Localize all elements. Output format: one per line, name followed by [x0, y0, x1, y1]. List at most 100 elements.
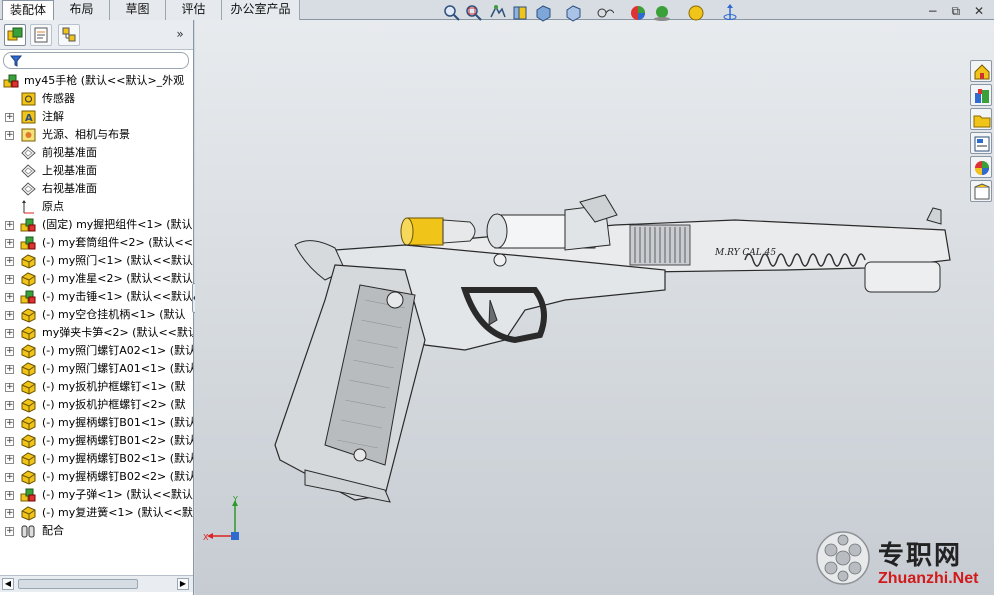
tab-assembly[interactable]: 装配体 [2, 0, 54, 21]
tree-item[interactable]: + (-) my空仓挂机柄<1> (默认 [0, 306, 193, 324]
file-explorer-icon[interactable] [970, 108, 992, 130]
appearances-icon[interactable] [970, 156, 992, 178]
tree-item[interactable]: + (-) my照门<1> (默认<<默认 [0, 252, 193, 270]
tree-root-label: my45手枪 (默认<<默认>_外观 [24, 74, 185, 87]
part-icon [21, 416, 36, 431]
view-orientation-icon[interactable] [534, 3, 554, 23]
scroll-left-button[interactable]: ◀ [2, 578, 14, 590]
tree-item[interactable]: + (固定) my握把组件<1> (默认 [0, 216, 193, 234]
tree-root-assembly[interactable]: my45手枪 (默认<<默认>_外观 [0, 72, 193, 90]
apply-scene-icon[interactable] [652, 3, 672, 23]
tree-item[interactable]: 上视基准面 [0, 162, 193, 180]
tree-item[interactable]: + (-) my击锤<1> (默认<<默认 [0, 288, 193, 306]
tree-item-label: (固定) my握把组件<1> (默认 [42, 218, 193, 231]
view-settings-icon[interactable] [686, 3, 706, 23]
pistol-3d-model[interactable]: M.RY CAL.45 [265, 190, 965, 510]
feature-manager-panel: » my45手枪 (默认<<默认>_外观 传感器 + A 注解 + 光源、相机与布景 前视基… [0, 20, 194, 595]
design-library-icon[interactable] [970, 84, 992, 106]
expand-toggle[interactable]: + [5, 311, 14, 320]
tree-item[interactable]: + (-) my套筒组件<2> (默认<< [0, 234, 193, 252]
rotate-icon[interactable] [720, 3, 740, 23]
graphics-area[interactable]: − ⧉ ✕ M.RY CAL.45 Y X 专职网 Zhuanzhi.Net [195, 4, 994, 595]
tree-item[interactable]: + (-) my握柄螺钉B01<1> (默认 [0, 414, 193, 432]
minimize-button[interactable]: − [928, 4, 938, 18]
part-icon [21, 380, 36, 395]
tree-item[interactable]: 传感器 [0, 90, 193, 108]
expand-toggle[interactable]: + [5, 491, 14, 500]
tab-sketch[interactable]: 草图 [110, 0, 166, 20]
expand-toggle[interactable]: + [5, 239, 14, 248]
tree-item[interactable]: 右视基准面 [0, 180, 193, 198]
grip-screw-part-2[interactable] [353, 448, 367, 462]
origin-icon [22, 200, 34, 214]
home-icon[interactable] [970, 60, 992, 82]
expand-toggle[interactable]: + [5, 293, 14, 302]
section-view-icon[interactable] [510, 3, 530, 23]
expand-toggle[interactable]: + [5, 329, 14, 338]
zoom-to-area-icon[interactable] [464, 3, 484, 23]
front-sight-part[interactable] [926, 207, 942, 225]
expand-toggle[interactable]: + [5, 401, 14, 410]
display-style-icon[interactable] [564, 3, 584, 23]
tree-item[interactable]: + (-) my照门螺钉A02<1> (默认 [0, 342, 193, 360]
edit-appearance-icon[interactable] [628, 3, 648, 23]
expand-toggle[interactable]: + [5, 455, 14, 464]
tab-office-products[interactable]: 办公室产品 [222, 0, 300, 20]
tree-item-label: (-) my照门螺钉A02<1> (默认 [42, 344, 193, 357]
feature-manager-tab[interactable] [4, 24, 26, 46]
expand-toggle[interactable]: + [5, 473, 14, 482]
tree-item[interactable]: 原点 [0, 198, 193, 216]
assembly-icon [3, 74, 19, 88]
slide-stop-part[interactable] [493, 253, 507, 267]
tree-item[interactable]: + (-) my扳机护框螺钉<1> (默 [0, 378, 193, 396]
tree-item[interactable]: + A 注解 [0, 108, 193, 126]
expand-toggle[interactable]: + [5, 383, 14, 392]
bullet-part[interactable] [400, 217, 476, 246]
tree-item[interactable]: 前视基准面 [0, 144, 193, 162]
part-icon [21, 254, 36, 269]
collapse-panel-button[interactable]: » [173, 26, 187, 42]
previous-view-icon[interactable] [488, 3, 508, 23]
tree-item[interactable]: + (-) my准星<2> (默认<<默认 [0, 270, 193, 288]
guide-rod-part[interactable] [864, 261, 941, 293]
tree-horizontal-scrollbar[interactable]: ◀ ▶ [0, 575, 193, 592]
tree-item[interactable]: + 配合 [0, 522, 193, 540]
tree-item[interactable]: + (-) my握柄螺钉B02<1> (默认 [0, 450, 193, 468]
tree-item[interactable]: + (-) my握柄螺钉B01<2> (默认 [0, 432, 193, 450]
tree-item[interactable]: + (-) my照门螺钉A01<1> (默认 [0, 360, 193, 378]
expand-toggle[interactable]: + [5, 131, 14, 140]
close-button[interactable]: ✕ [974, 4, 984, 18]
expand-toggle[interactable]: + [5, 275, 14, 284]
hide-show-items-icon[interactable] [594, 3, 614, 23]
view-palette-icon[interactable] [970, 132, 992, 154]
expand-toggle[interactable]: + [5, 365, 14, 374]
tree-item[interactable]: + (-) my子弹<1> (默认<<默认 [0, 486, 193, 504]
expand-toggle[interactable]: + [5, 437, 14, 446]
expand-toggle[interactable]: + [5, 419, 14, 428]
configuration-manager-tab[interactable] [58, 24, 80, 46]
scroll-right-button[interactable]: ▶ [177, 578, 189, 590]
configuration-manager-icon [62, 27, 76, 42]
custom-properties-icon[interactable] [970, 180, 992, 202]
filter-icon [10, 55, 23, 67]
property-manager-tab[interactable] [30, 24, 52, 46]
tree-item[interactable]: + my弹夹卡笋<2> (默认<<默认 [0, 324, 193, 342]
tree-item[interactable]: + (-) my扳机护框螺钉<2> (默 [0, 396, 193, 414]
grip-screw-part[interactable] [386, 291, 404, 309]
scroll-thumb[interactable] [18, 579, 138, 589]
expand-toggle[interactable]: + [5, 527, 14, 536]
tree-item[interactable]: + (-) my复进簧<1> (默认<<默 [0, 504, 193, 522]
tree-filter-input[interactable] [3, 52, 189, 69]
expand-toggle[interactable]: + [5, 113, 14, 122]
expand-toggle[interactable]: + [5, 347, 14, 356]
tree-item[interactable]: + 光源、相机与布景 [0, 126, 193, 144]
expand-toggle[interactable]: + [5, 221, 14, 230]
restore-button[interactable]: ⧉ [952, 4, 961, 18]
tab-evaluate[interactable]: 评估 [166, 0, 222, 20]
expand-toggle[interactable]: + [5, 509, 14, 518]
zoom-to-fit-icon[interactable] [442, 3, 462, 23]
tab-layout[interactable]: 布局 [54, 0, 110, 20]
expand-toggle[interactable]: + [5, 257, 14, 266]
tree-item[interactable]: + (-) my握柄螺钉B02<2> (默认 [0, 468, 193, 486]
part-icon [21, 470, 36, 485]
